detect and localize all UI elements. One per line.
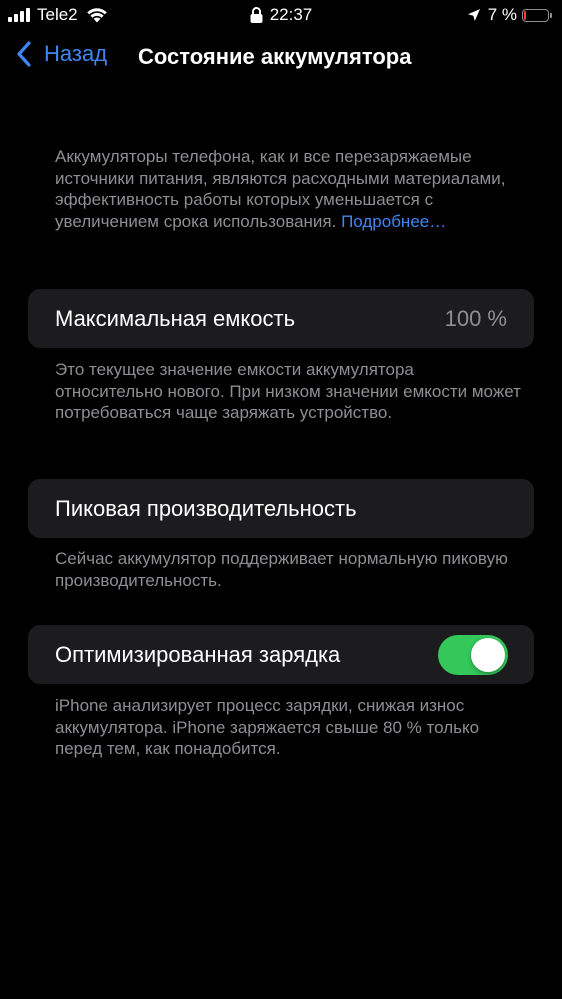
max-capacity-value: 100 % [444,305,507,331]
chevron-left-icon [17,41,31,67]
peak-performance-label: Пиковая производительность [55,495,357,521]
max-capacity-footer: Это текущее значение емкости аккумулятор… [55,360,521,422]
status-bar: Tele2 22:37 7 % [0,0,562,30]
navigation-bar: Назад Состояние аккумулятора [0,36,562,80]
optimized-charging-row: Оптимизированная зарядка [28,625,534,684]
peak-performance-row: Пиковая производительность [28,479,534,538]
page-title: Состояние аккумулятора [138,44,412,69]
max-capacity-row: Максимальная емкость 100 % [28,289,534,348]
optimized-charging-label: Оптимизированная зарядка [55,641,341,667]
battery-cap [550,12,552,18]
max-capacity-label: Максимальная емкость [55,305,296,331]
optimized-charging-toggle[interactable] [438,634,508,675]
battery-level-fill [524,10,526,20]
peak-performance-footer: Сейчас аккумулятор поддерживает нормальн… [55,549,508,590]
back-button[interactable]: Назад [16,40,107,68]
learn-more-link[interactable]: Подробнее… [341,212,446,231]
status-bar-right: 7 % [467,5,552,25]
back-button-label: Назад [44,41,108,66]
battery-percent: 7 % [487,5,517,24]
location-arrow-icon [467,9,480,21]
intro-description: Аккумуляторы телефона, как и все перезар… [55,146,525,232]
orientation-lock-icon [250,7,263,23]
clock-time: 22:37 [269,5,313,24]
toggle-knob [471,637,505,672]
battery-icon [522,8,549,22]
optimized-charging-footer: iPhone анализирует процесс зарядки, сниж… [55,696,480,758]
